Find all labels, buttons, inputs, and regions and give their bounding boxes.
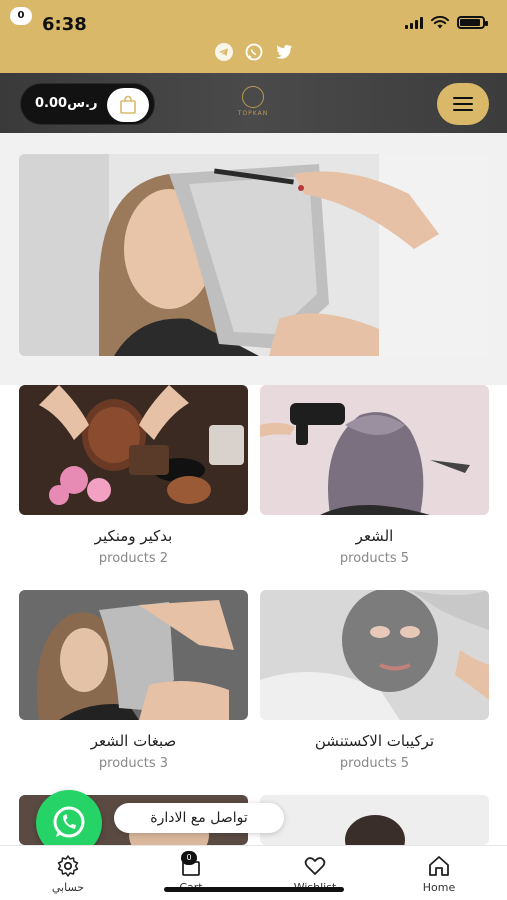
home-indicator — [164, 887, 344, 892]
whatsapp-small-icon[interactable] — [245, 43, 263, 61]
category-product-count: products 5 — [339, 551, 410, 566]
category-image-hair — [260, 385, 489, 515]
category-title: صبغات الشعر — [90, 732, 177, 750]
telegram-icon[interactable] — [214, 43, 233, 61]
wifi-icon — [431, 16, 449, 29]
status-time: 6:38 — [42, 14, 87, 35]
category-title: بدكير ومنكير — [94, 527, 173, 545]
social-links — [0, 43, 507, 61]
brand-logo[interactable]: TOPKAN — [236, 86, 270, 120]
twitter-icon[interactable] — [275, 43, 293, 61]
category-title: الشعر — [355, 527, 394, 545]
category-image-hair-dye — [19, 590, 248, 720]
category-card[interactable]: بدكير ومنكير products 2 — [19, 385, 248, 566]
category-card[interactable]: الشعر products 5 — [260, 385, 489, 566]
category-product-count: products 2 — [98, 551, 169, 566]
nav-account[interactable]: حسابي — [28, 854, 108, 894]
category-card[interactable] — [260, 795, 489, 845]
status-icons — [405, 16, 488, 29]
status-and-social-bar: 6:38 — [0, 0, 507, 73]
category-product-count: products 3 — [98, 756, 169, 771]
heart-icon — [304, 857, 326, 875]
category-image-extensions — [260, 590, 489, 720]
nav-account-label: حسابي — [51, 881, 85, 894]
nav-home-label: Home — [422, 881, 456, 894]
category-product-count: products 5 — [339, 756, 410, 771]
cart-count-badge: 0 — [10, 7, 32, 25]
header-cart-button[interactable]: 0.00ر.س — [20, 83, 155, 125]
signal-icon — [405, 16, 423, 29]
gear-icon — [57, 855, 79, 877]
category-image-partial — [260, 795, 489, 845]
category-card[interactable]: تركيبات الاكستنشن products 5 — [260, 590, 489, 771]
battery-icon — [457, 16, 488, 29]
category-image-pedicure — [19, 385, 248, 515]
shopping-bag-icon — [107, 88, 149, 122]
logo-wordmark: TOPKAN — [237, 110, 269, 117]
logo-mark-icon — [242, 86, 264, 108]
category-title: تركيبات الاكستنشن — [314, 732, 435, 750]
hero-banner-image[interactable] — [19, 154, 489, 356]
cart-total: 0.00ر.س — [35, 96, 98, 111]
whatsapp-contact-label[interactable]: تواصل مع الادارة — [114, 803, 284, 833]
whatsapp-icon — [53, 806, 85, 838]
category-card[interactable]: صبغات الشعر products 3 — [19, 590, 248, 771]
nav-cart-badge: 0 — [181, 851, 197, 865]
home-icon — [429, 856, 449, 876]
nav-home[interactable]: Home — [399, 854, 479, 894]
menu-button[interactable] — [437, 83, 489, 125]
